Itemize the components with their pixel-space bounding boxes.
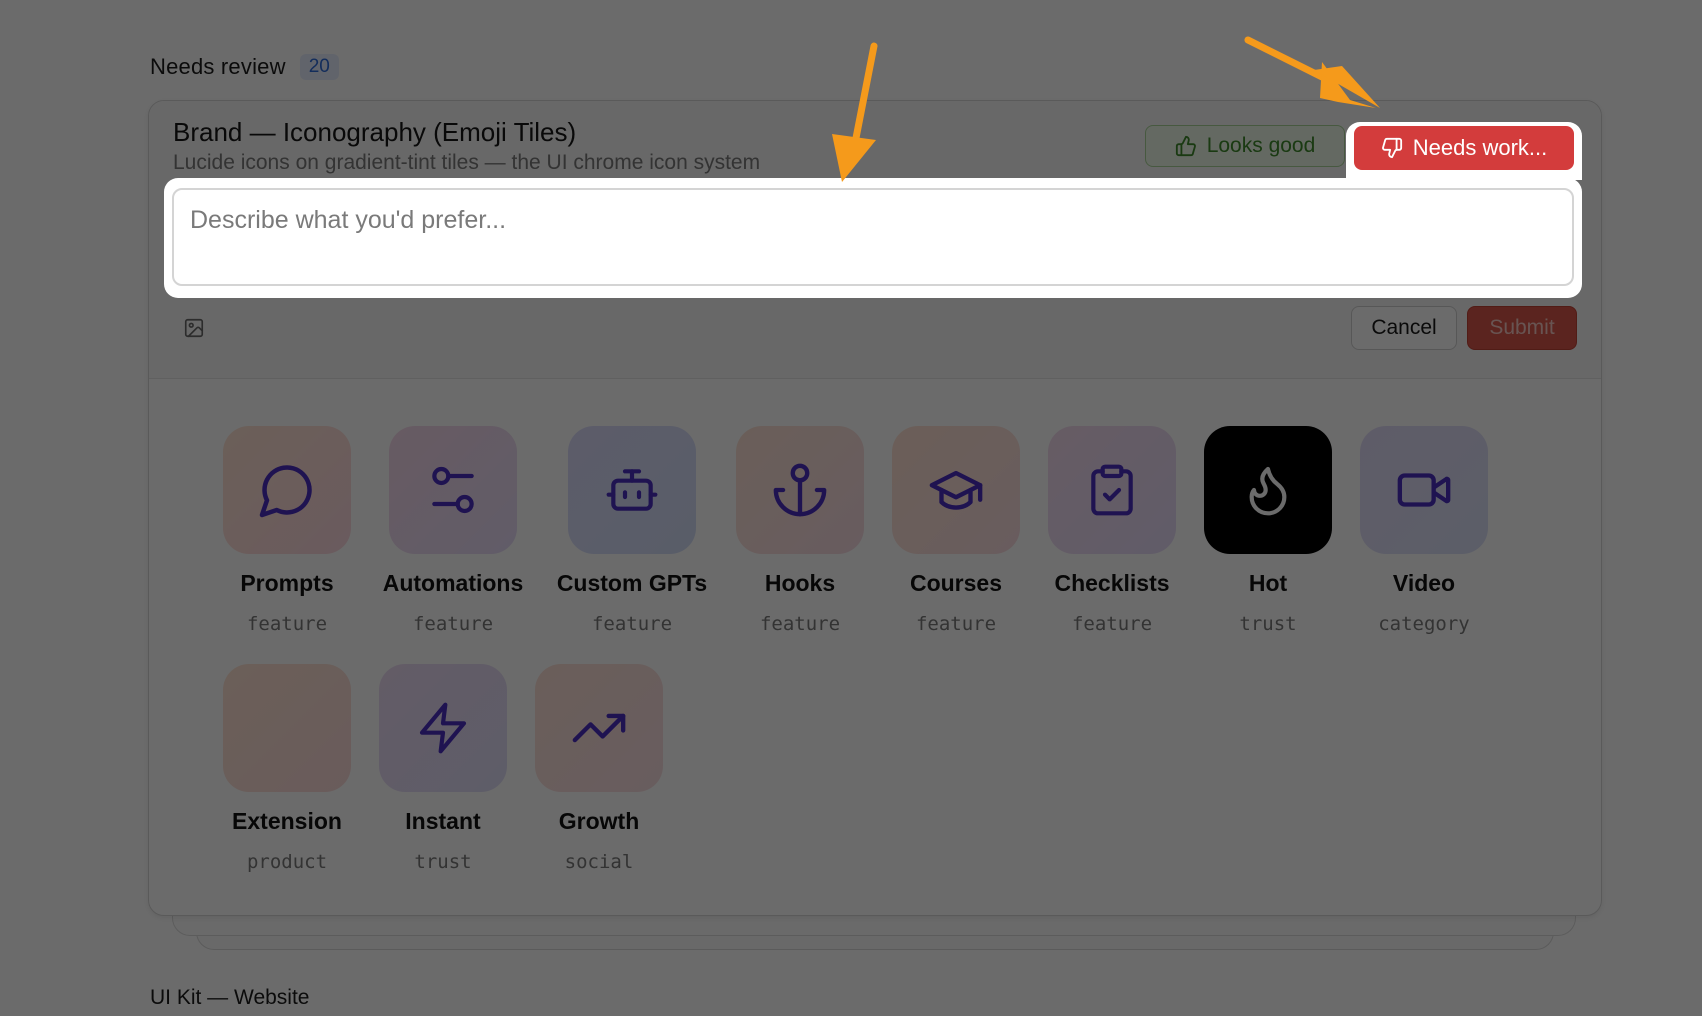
- tile-icon-box: [223, 664, 351, 792]
- tile-label: Automations: [382, 570, 524, 596]
- tile-tag: feature: [246, 613, 328, 635]
- tile-tag: trust: [414, 851, 472, 873]
- trending-up-icon: [572, 713, 626, 743]
- tile-tag: feature: [1071, 613, 1153, 635]
- tile-label: Checklists: [1054, 570, 1170, 596]
- tile-tag: feature: [412, 613, 494, 635]
- tile-icon-box: [223, 426, 351, 554]
- thumbs-down-icon: [1381, 137, 1402, 159]
- flame-icon: [1249, 466, 1287, 516]
- tile-extension[interactable]: Extension product: [207, 664, 367, 873]
- tile-label: Hooks: [764, 570, 836, 596]
- tile-tag: category: [1378, 613, 1470, 635]
- feedback-textarea[interactable]: [172, 188, 1574, 286]
- next-section-title: UI Kit — Website: [150, 986, 310, 1009]
- tile-label: Prompts: [240, 570, 334, 596]
- anchor-icon: [773, 463, 827, 517]
- message-circle-icon: [259, 465, 312, 518]
- needs-work-label: Needs work...: [1412, 135, 1548, 160]
- zap-icon: [419, 702, 467, 754]
- tile-tag: feature: [759, 613, 841, 635]
- tile-label: Growth: [558, 808, 640, 834]
- graduation-cap-icon: [929, 470, 983, 510]
- tile-instant[interactable]: Instant trust: [363, 664, 523, 873]
- tile-hot[interactable]: Hot trust: [1188, 426, 1348, 635]
- tile-label: Courses: [909, 570, 1003, 596]
- tile-tag: feature: [591, 613, 673, 635]
- tile-tag: feature: [915, 613, 997, 635]
- tile-tag: social: [564, 851, 634, 873]
- tile-label: Instant: [405, 808, 481, 834]
- tile-icon-box: [379, 664, 507, 792]
- tile-icon-box: [736, 426, 864, 554]
- tile-tag: trust: [1239, 613, 1297, 635]
- tile-tag: product: [246, 851, 328, 873]
- tile-label: Hot: [1248, 570, 1288, 596]
- tile-prompts[interactable]: Prompts feature: [207, 426, 367, 635]
- tile-growth[interactable]: Growth social: [519, 664, 679, 873]
- needs-work-button[interactable]: Needs work...: [1354, 126, 1574, 170]
- tile-icon-box: [389, 426, 517, 554]
- tile-icon-box: [1204, 426, 1332, 554]
- feedback-spotlight: [164, 178, 1582, 298]
- tile-icon-box: [568, 426, 696, 554]
- tile-video[interactable]: Video category: [1344, 426, 1504, 635]
- tile-icon-box: [892, 426, 1020, 554]
- section-header: Needs review 20: [150, 54, 339, 80]
- needs-work-spotlight: Needs work...: [1346, 122, 1582, 180]
- tile-label: Video: [1392, 570, 1456, 596]
- count-badge: 20: [299, 54, 339, 80]
- tile-courses[interactable]: Courses feature: [876, 426, 1036, 635]
- tile-custom-gpts[interactable]: Custom GPTs feature: [552, 426, 712, 635]
- tile-automations[interactable]: Automations feature: [373, 426, 533, 635]
- tile-icon-box: [1360, 426, 1488, 554]
- tile-icon-box: [535, 664, 663, 792]
- video-icon: [1397, 473, 1451, 507]
- tile-label: Extension: [232, 808, 342, 834]
- clipboard-check-icon: [1091, 464, 1133, 516]
- section-title: Needs review: [150, 54, 286, 79]
- tile-icon-box: [1048, 426, 1176, 554]
- tile-checklists[interactable]: Checklists feature: [1032, 426, 1192, 635]
- tile-label: Custom GPTs: [556, 570, 708, 596]
- tile-hooks[interactable]: Hooks feature: [720, 426, 880, 635]
- sliders-icon: [432, 466, 474, 514]
- bot-icon: [606, 469, 658, 511]
